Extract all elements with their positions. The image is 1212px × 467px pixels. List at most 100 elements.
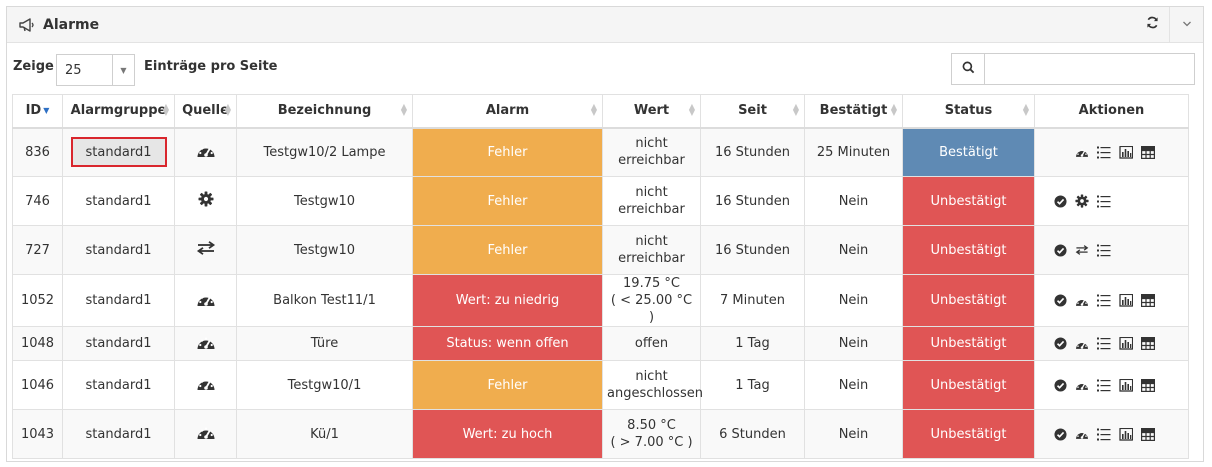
status-badge: Unbestätigt [902, 326, 1035, 361]
acknowledge-action-check-circle-icon[interactable] [1053, 427, 1067, 441]
cell-id: 1046 [12, 360, 63, 410]
page-title: Alarme [43, 16, 100, 33]
cell-seit: 1 Tag [700, 360, 805, 410]
table-action-table-icon[interactable] [1141, 145, 1155, 159]
alarmgroup-highlighted[interactable]: standard1 [70, 137, 167, 168]
cell-alarm: Fehler [412, 176, 603, 226]
wert-line: ( > 7.00 °C ) [610, 435, 693, 450]
cell-aktionen [1034, 360, 1189, 410]
chart-action-bar-chart-icon[interactable] [1119, 145, 1133, 159]
cell-quelle [174, 409, 237, 459]
status-badge: Unbestätigt [902, 409, 1035, 459]
dashboard-action-dashboard-icon[interactable] [1075, 145, 1089, 159]
column-header-bezeichnung[interactable]: Bezeichnung ▲ ▼ [236, 94, 413, 129]
status-badge: Unbestätigt [902, 176, 1035, 226]
chevron-down-icon [1182, 17, 1192, 32]
column-header-quelle[interactable]: Quelle ▲ ▼ [174, 94, 237, 129]
sort-icon: ▲ ▼ [162, 102, 169, 117]
dashboard-action-dashboard-icon[interactable] [1075, 378, 1089, 392]
column-header-wert[interactable]: Wert ▲ ▼ [602, 94, 701, 129]
alarms-table-body: 836 standard1 Testgw10/2 Lampe Fehler nicht e… [12, 127, 1189, 459]
acknowledge-action-check-circle-icon[interactable] [1053, 243, 1067, 257]
chart-action-bar-chart-icon[interactable] [1119, 294, 1133, 308]
chart-action-bar-chart-icon[interactable] [1119, 427, 1133, 441]
table-action-table-icon[interactable] [1141, 427, 1155, 441]
dashboard-action-dashboard-icon[interactable] [1075, 427, 1089, 441]
cell-alarm: Status: wenn offen [412, 326, 603, 361]
dashboard-icon [196, 291, 216, 307]
cell-wert: offen [602, 326, 701, 361]
sort-icon: ▲ ▼ [1022, 102, 1029, 117]
list-action-list-icon[interactable] [1097, 145, 1111, 159]
cell-bestaetigt: Nein [804, 409, 903, 459]
column-header-alarm[interactable]: Alarm ▲ ▼ [412, 94, 603, 129]
settings-action-gear-icon[interactable] [1075, 194, 1089, 208]
cell-bestaetigt: 25 Minuten [804, 127, 903, 177]
table-row[interactable]: 1046 standard1 Testgw10/1 Fehler nicht angesc… [12, 360, 1189, 410]
sort-icon: ▲ ▼ [792, 102, 799, 117]
table-row[interactable]: 836 standard1 Testgw10/2 Lampe Fehler nicht e… [12, 127, 1189, 177]
cell-seit: 6 Stunden [700, 409, 805, 459]
chart-action-bar-chart-icon[interactable] [1119, 337, 1133, 351]
list-action-list-icon[interactable] [1097, 194, 1111, 208]
dashboard-icon [196, 334, 216, 350]
cell-bestaetigt: Nein [804, 360, 903, 410]
sort-icon: ▲ ▼ [590, 102, 597, 117]
acknowledge-action-check-circle-icon[interactable] [1053, 378, 1067, 392]
table-row[interactable]: 1043 standard1 Kü/1 Wert: zu hoch 8.50 °C ( >… [12, 409, 1189, 459]
list-action-list-icon[interactable] [1097, 337, 1111, 351]
table-row[interactable]: 746 standard1 Testgw10 Fehler nicht erreichba… [12, 176, 1189, 226]
wert-line: ( < 25.00 °C ) [610, 293, 693, 325]
acknowledge-action-check-circle-icon[interactable] [1053, 294, 1067, 308]
column-header-status[interactable]: Status ▲ ▼ [902, 94, 1035, 129]
collapse-button[interactable] [1169, 7, 1203, 42]
table-action-table-icon[interactable] [1141, 378, 1155, 392]
table-row[interactable]: 1048 standard1 Türe Status: wenn offen offen… [12, 326, 1189, 361]
table-action-table-icon[interactable] [1141, 294, 1155, 308]
cell-bezeichnung: Testgw10 [236, 225, 413, 275]
cell-alarmgruppe: standard1 [62, 225, 175, 275]
cell-bezeichnung: Testgw10 [236, 176, 413, 226]
column-header-alarmgruppe[interactable]: Alarmgruppe ▲ ▼ [62, 94, 175, 129]
sort-icon: ▲ ▼ [224, 102, 231, 117]
cell-id: 1052 [12, 274, 63, 327]
acknowledge-action-check-circle-icon[interactable] [1053, 337, 1067, 351]
list-action-list-icon[interactable] [1097, 294, 1111, 308]
cell-alarmgruppe: standard1 [62, 326, 175, 361]
cell-id: 727 [12, 225, 63, 275]
search-input[interactable] [984, 53, 1195, 85]
cell-aktionen [1034, 326, 1189, 361]
wert-line: erreichbar [618, 153, 685, 169]
search-button[interactable] [951, 53, 985, 85]
table-row[interactable]: 727 standard1 Testgw10 Fehler nicht erreichba… [12, 225, 1189, 275]
cell-bezeichnung: Kü/1 [236, 409, 413, 459]
cell-quelle [174, 176, 237, 226]
exchange-action-exchange-icon[interactable] [1075, 243, 1089, 257]
list-action-list-icon[interactable] [1097, 243, 1111, 257]
cell-aktionen [1034, 409, 1189, 459]
cell-wert: nicht erreichbar [602, 176, 701, 226]
column-header-id[interactable]: ID ▼ [12, 94, 63, 129]
row-actions [1039, 378, 1184, 392]
wert-line: nicht [635, 136, 668, 152]
bullhorn-icon [19, 17, 37, 33]
chart-action-bar-chart-icon[interactable] [1119, 378, 1133, 392]
status-badge: Unbestätigt [902, 360, 1035, 410]
panel-header: Alarme [7, 7, 1203, 43]
dashboard-action-dashboard-icon[interactable] [1075, 294, 1089, 308]
cell-id: 1043 [12, 409, 63, 459]
list-action-list-icon[interactable] [1097, 378, 1111, 392]
page-length-select[interactable]: 25 ▼ [56, 54, 135, 86]
cell-bezeichnung: Testgw10/1 [236, 360, 413, 410]
table-action-table-icon[interactable] [1141, 337, 1155, 351]
refresh-button[interactable] [1135, 7, 1169, 42]
list-action-list-icon[interactable] [1097, 427, 1111, 441]
dashboard-action-dashboard-icon[interactable] [1075, 337, 1089, 351]
cell-alarmgruppe: standard1 [62, 127, 175, 177]
acknowledge-action-check-circle-icon[interactable] [1053, 194, 1067, 208]
cell-alarmgruppe: standard1 [62, 409, 175, 459]
cell-wert: 19.75 °C ( < 25.00 °C ) [602, 274, 701, 327]
column-header-seit[interactable]: Seit ▲ ▼ [700, 94, 805, 129]
column-header-bestaetigt[interactable]: Bestätigt ▲ ▼ [804, 94, 903, 129]
table-row[interactable]: 1052 standard1 Balkon Test11/1 Wert: zu nie… [12, 274, 1189, 327]
